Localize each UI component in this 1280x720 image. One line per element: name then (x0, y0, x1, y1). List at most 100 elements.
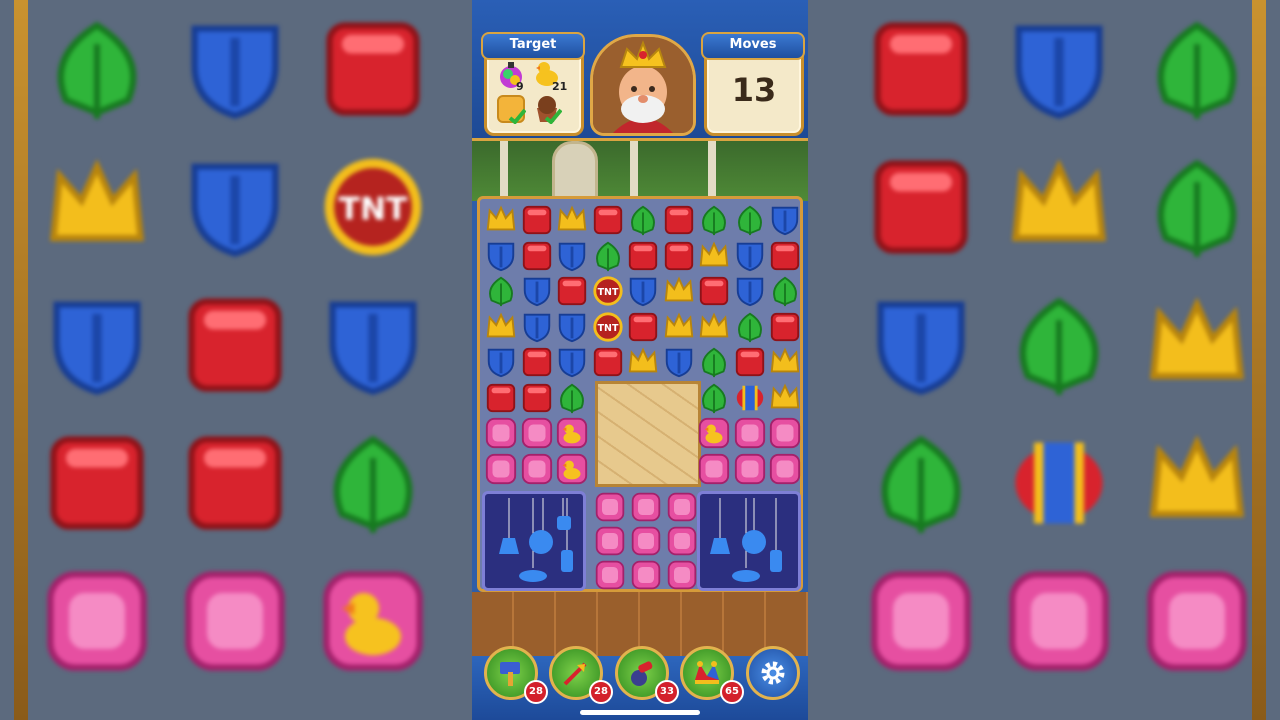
pink-tile-icon[interactable] (628, 489, 664, 525)
red-block-icon (522, 383, 551, 412)
red-block-icon[interactable] (767, 309, 803, 345)
green-leaf-icon[interactable] (625, 202, 661, 238)
red-block-icon[interactable] (661, 202, 697, 238)
green-leaf-icon[interactable] (483, 273, 519, 309)
yellow-crown-icon[interactable] (483, 202, 519, 238)
pink-tile-icon[interactable] (732, 415, 768, 451)
green-leaf-icon[interactable] (732, 309, 768, 345)
pink-tile-icon[interactable] (628, 523, 664, 559)
red-block-icon (664, 241, 693, 270)
red-block-icon (852, 138, 990, 276)
yellow-crown-icon[interactable] (661, 273, 697, 309)
tnt-icon: TNT (324, 158, 422, 256)
pink-tile-icon[interactable] (664, 557, 700, 593)
red-block-icon[interactable] (519, 344, 555, 380)
pink-tile-icon[interactable] (767, 415, 803, 451)
blue-shield-icon[interactable] (732, 273, 768, 309)
pink-tile-icon (631, 492, 661, 522)
pink-tile-icon (698, 453, 730, 484)
pink-tile-icon[interactable] (483, 415, 519, 451)
pink-tile-icon[interactable] (732, 451, 768, 487)
yellow-crown-icon[interactable] (767, 380, 803, 416)
red-block-icon[interactable] (696, 273, 732, 309)
pink-tile-icon[interactable] (592, 557, 628, 593)
red-block-icon[interactable] (767, 238, 803, 274)
red-block-icon[interactable] (625, 309, 661, 345)
pink-tile-icon (1128, 552, 1266, 690)
rocket-icon[interactable] (732, 380, 768, 416)
blue-shield-icon[interactable] (767, 202, 803, 238)
green-leaf-icon[interactable] (767, 273, 803, 309)
green-leaf-icon[interactable] (696, 202, 732, 238)
sand-tile-icon (497, 95, 526, 124)
green-leaf-icon[interactable] (554, 380, 590, 416)
tnt-icon[interactable]: TNT (590, 273, 626, 309)
red-block-icon[interactable] (554, 273, 590, 309)
red-block-icon[interactable] (483, 380, 519, 416)
blue-shield-icon[interactable] (554, 309, 590, 345)
pink-tile-icon[interactable] (696, 451, 732, 487)
red-block-icon (166, 414, 304, 552)
blue-shield-icon[interactable] (732, 238, 768, 274)
duck-tile-icon[interactable] (696, 415, 732, 451)
blue-shield-icon[interactable] (554, 238, 590, 274)
red-block-icon[interactable] (519, 238, 555, 274)
red-block-icon (522, 205, 551, 235)
pink-tile-icon (734, 417, 765, 449)
red-block-icon[interactable] (661, 238, 697, 274)
green-leaf-icon[interactable] (696, 344, 732, 380)
pink-tile-icon[interactable] (628, 557, 664, 593)
blue-shield-icon[interactable] (625, 273, 661, 309)
yellow-crown-icon[interactable] (483, 309, 519, 345)
yellow-crown-icon[interactable] (767, 344, 803, 380)
pink-tile-icon[interactable] (519, 451, 555, 487)
green-leaf-icon (737, 312, 762, 342)
green-leaf-icon[interactable] (590, 238, 626, 274)
red-block-icon[interactable] (732, 344, 768, 380)
pink-tile-icon[interactable] (664, 523, 700, 559)
blue-shield-icon[interactable] (554, 344, 590, 380)
settings-button[interactable] (746, 646, 800, 700)
duck-tile-icon[interactable] (554, 451, 590, 487)
yellow-crown-icon[interactable] (625, 344, 661, 380)
svg-text:TNT: TNT (339, 191, 408, 227)
pink-tile-icon[interactable] (483, 451, 519, 487)
red-block-icon (770, 312, 800, 341)
duck-tile-icon[interactable] (554, 415, 590, 451)
blue-shield-icon[interactable] (519, 273, 555, 309)
green-leaf-icon[interactable] (696, 380, 732, 416)
yellow-crown-icon[interactable] (696, 238, 732, 274)
rocket-icon (990, 414, 1128, 552)
pink-tile-icon[interactable] (767, 451, 803, 487)
red-block-icon[interactable] (519, 202, 555, 238)
target-count: 21 (552, 80, 568, 93)
red-block-icon[interactable] (590, 202, 626, 238)
red-block-icon[interactable] (519, 380, 555, 416)
bell-icon (499, 498, 573, 582)
booster-count: 65 (720, 680, 744, 704)
blue-shield-icon[interactable] (483, 344, 519, 380)
moves-label: Moves (701, 32, 805, 60)
green-leaf-icon[interactable] (732, 202, 768, 238)
pink-tile-icon (667, 560, 697, 590)
blue-shield-icon (523, 277, 550, 307)
moves-count: 13 (731, 71, 777, 109)
pink-tile-icon[interactable] (592, 523, 628, 559)
yellow-crown-icon (557, 205, 587, 231)
green-leaf-icon (595, 241, 620, 271)
blue-shield-icon[interactable] (483, 238, 519, 274)
blue-shield-icon (304, 276, 442, 414)
blue-shield-icon[interactable] (519, 309, 555, 345)
tnt-icon[interactable]: TNT (590, 309, 626, 345)
blue-shield-icon (558, 348, 586, 378)
red-block-icon[interactable] (590, 344, 626, 380)
blue-shield-icon[interactable] (661, 344, 697, 380)
pink-tile-icon[interactable] (519, 415, 555, 451)
red-block-icon[interactable] (625, 238, 661, 274)
pink-tile-icon[interactable] (592, 489, 628, 525)
yellow-crown-icon[interactable] (661, 309, 697, 345)
blue-shield-icon (558, 242, 586, 271)
yellow-crown-icon[interactable] (696, 309, 732, 345)
pink-tile-icon[interactable] (664, 489, 700, 525)
yellow-crown-icon[interactable] (554, 202, 590, 238)
